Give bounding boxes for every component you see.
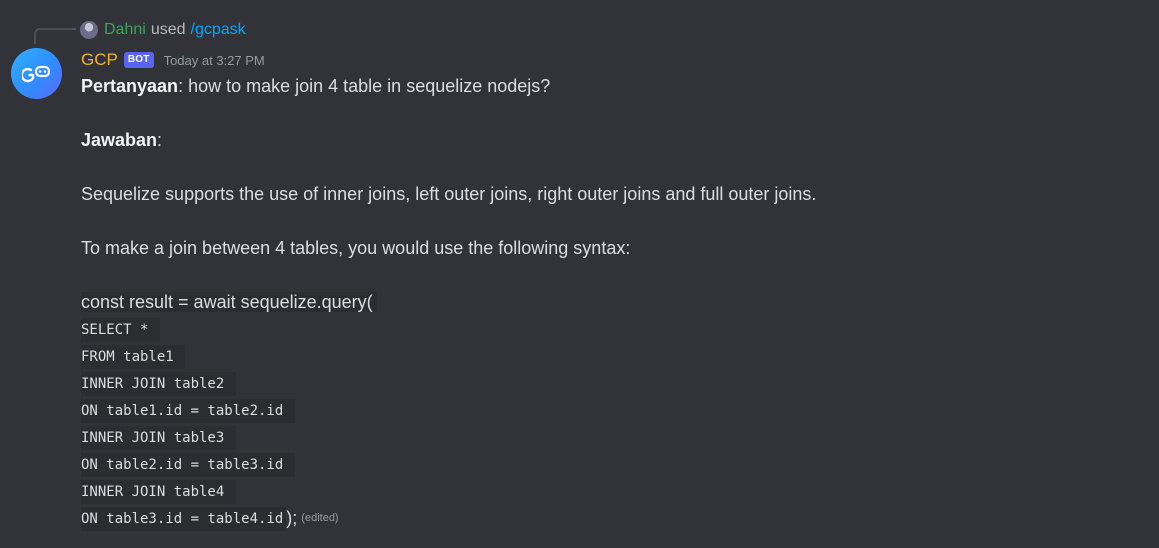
edited-marker: (edited) — [301, 512, 339, 524]
bot-badge: BOT — [123, 52, 154, 68]
interaction-header: Dahni used /gcpask — [80, 18, 246, 42]
bot-logo-icon — [21, 65, 50, 82]
code-line: INNER JOIN table3 — [81, 424, 1141, 451]
interaction-used-text: used — [150, 21, 186, 38]
author-name[interactable]: GCP — [81, 50, 118, 70]
inline-code: INNER JOIN table4 — [81, 479, 236, 504]
question-label: Pertanyaan — [81, 76, 179, 96]
question-text: : how to make join 4 table in sequelize … — [178, 76, 551, 96]
message-timestamp[interactable]: Today at 3:27 PM — [164, 53, 265, 68]
slash-command[interactable]: /gcpask — [191, 21, 246, 39]
inline-code: ON table3.id = table4.id — [81, 506, 287, 531]
answer-colon: : — [157, 130, 163, 150]
reply-connector — [34, 28, 76, 44]
code-line-last: ON table3.id = table4.id); (edited) — [81, 505, 1141, 532]
inline-code: ON table1.id = table2.id — [81, 398, 295, 423]
bot-avatar[interactable] — [11, 48, 62, 99]
answer-line: Jawaban: — [81, 127, 1141, 154]
inline-code: ON table2.id = table3.id — [81, 452, 295, 477]
code-intro: const result = await sequelize.query( — [81, 292, 377, 312]
interaction-user[interactable]: Dahni — [104, 21, 146, 39]
code-end: ); — [286, 508, 298, 528]
code-line: SELECT * — [81, 316, 1141, 343]
code-line: INNER JOIN table2 — [81, 370, 1141, 397]
user-avatar[interactable] — [80, 21, 98, 39]
inline-code: INNER JOIN table2 — [81, 371, 236, 396]
paragraph-syntax: To make a join between 4 tables, you wou… — [81, 238, 631, 258]
code-line: ON table2.id = table3.id — [81, 451, 1141, 478]
inline-code: SELECT * — [81, 317, 160, 342]
answer-label: Jawaban — [81, 130, 158, 150]
message-content: Pertanyaan: how to make join 4 table in … — [81, 73, 1141, 532]
paragraph-joins: Sequelize supports the use of inner join… — [81, 184, 817, 204]
code-line: INNER JOIN table4 — [81, 478, 1141, 505]
code-line: FROM table1 — [81, 343, 1141, 370]
message-header: GCP BOT Today at 3:27 PM — [81, 49, 265, 71]
inline-code: FROM table1 — [81, 344, 186, 369]
code-intro-line: const result = await sequelize.query( — [81, 289, 1141, 316]
question-line: Pertanyaan: how to make join 4 table in … — [81, 73, 1141, 100]
inline-code: INNER JOIN table3 — [81, 425, 236, 450]
code-line: ON table1.id = table2.id — [81, 397, 1141, 424]
